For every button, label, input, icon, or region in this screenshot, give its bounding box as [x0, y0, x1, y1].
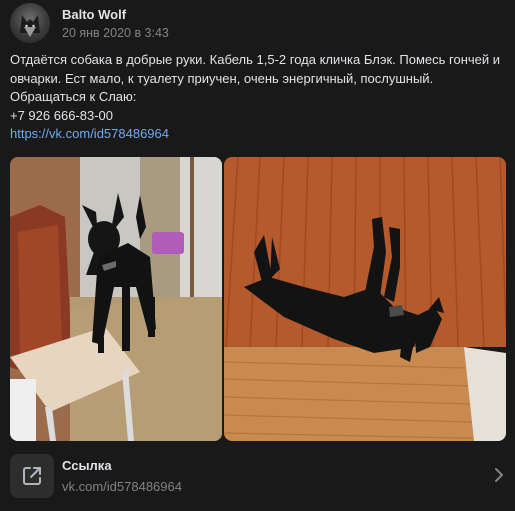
- link-url: vk.com/id578486964: [62, 479, 182, 494]
- post-text: Отдаётся собака в добрые руки. Кабель 1,…: [10, 51, 510, 144]
- link-attachment[interactable]: Ссылка vk.com/id578486964: [10, 452, 510, 502]
- author-name[interactable]: Balto Wolf: [62, 6, 169, 23]
- author-avatar[interactable]: [10, 3, 50, 43]
- photo-dog-standing[interactable]: [10, 157, 222, 441]
- post-text-line: Отдаётся собака в добрые руки. Кабель 1,…: [10, 52, 501, 86]
- wolf-avatar-icon: [20, 15, 40, 37]
- photo-dog-lying[interactable]: [224, 157, 506, 441]
- link-title: Ссылка: [62, 458, 112, 473]
- dog-lying-photo: [224, 157, 506, 441]
- post-date[interactable]: 20 янв 2020 в 3:43: [62, 25, 169, 41]
- post-text-line: +7 926 666-83-00: [10, 107, 114, 123]
- dog-standing-photo: [10, 157, 222, 441]
- profile-link[interactable]: https://vk.com/id578486964: [10, 126, 169, 141]
- chevron-right-icon: [495, 468, 503, 482]
- external-link-icon: [23, 467, 41, 485]
- post-text-line: Обращаться к Слаю:: [10, 89, 137, 104]
- post-header: Balto Wolf 20 янв 2020 в 3:43: [10, 2, 169, 44]
- link-icon-box: [10, 454, 54, 498]
- wall-post: Balto Wolf 20 янв 2020 в 3:43 Отдаётся с…: [0, 0, 515, 511]
